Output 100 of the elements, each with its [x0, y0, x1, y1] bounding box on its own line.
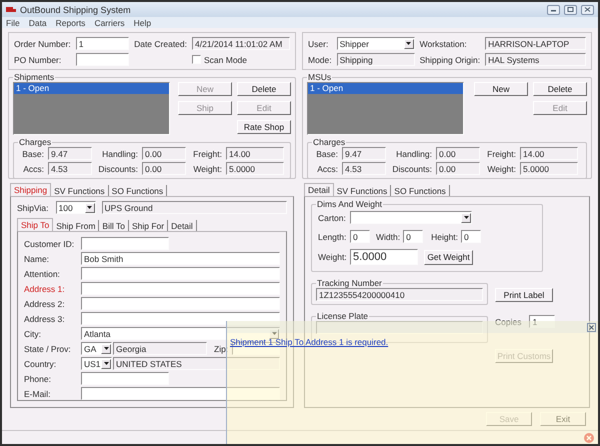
- dropdown-button[interactable]: [101, 344, 111, 354]
- input-field[interactable]: 0.00: [436, 147, 480, 160]
- field-label: Freight:: [193, 148, 222, 158]
- maximize-button[interactable]: [564, 4, 577, 14]
- app-icon: [6, 6, 16, 13]
- field-label: Order Number:: [14, 38, 71, 48]
- input-field[interactable]: 14.00: [520, 147, 578, 160]
- input-field[interactable]: UPS Ground: [102, 201, 287, 214]
- error-icon: [584, 432, 594, 442]
- input-field[interactable]: [81, 282, 280, 295]
- field-label: Discounts:: [98, 164, 138, 174]
- menu-item[interactable]: Data: [28, 18, 47, 28]
- dropdown-field[interactable]: Shipper: [336, 37, 415, 50]
- close-icon: [589, 324, 594, 330]
- input-field[interactable]: [81, 312, 280, 325]
- field-label: Address 3:: [24, 314, 65, 324]
- field-label: Attention:: [24, 268, 60, 278]
- list-item[interactable]: 1 - Open: [14, 83, 169, 94]
- tab[interactable]: SV Functions: [51, 185, 109, 196]
- input-field[interactable]: [81, 267, 280, 280]
- list-box[interactable]: 1 - Open: [307, 82, 464, 135]
- input-field[interactable]: [81, 297, 280, 310]
- dropdown-button[interactable]: [404, 38, 414, 48]
- button[interactable]: Delete: [237, 82, 291, 96]
- dropdown-field[interactable]: GA: [81, 342, 112, 355]
- button[interactable]: Delete: [533, 82, 587, 96]
- tab[interactable]: SV Functions: [334, 185, 392, 196]
- tab[interactable]: Ship For: [128, 220, 168, 231]
- input-field[interactable]: 1Z1235554200000410: [316, 288, 483, 301]
- field-label: Phone:: [24, 374, 51, 384]
- tab[interactable]: Shipping: [10, 183, 52, 196]
- input-field[interactable]: 4/21/2014 11:01:02 AM: [192, 37, 290, 50]
- dropdown-field[interactable]: [350, 211, 472, 224]
- tab[interactable]: Detail: [168, 220, 197, 231]
- input-field[interactable]: HAL Systems: [485, 53, 586, 66]
- menu-item[interactable]: Carriers: [94, 18, 125, 28]
- input-field[interactable]: UNITED STATES: [113, 357, 280, 370]
- window-title: OutBound Shipping System: [20, 4, 132, 14]
- input-field[interactable]: HARRISON-LAPTOP: [485, 37, 586, 50]
- input-field[interactable]: [81, 387, 280, 400]
- input-field[interactable]: Georgia: [113, 342, 207, 355]
- input-field[interactable]: 0: [403, 230, 424, 243]
- input-field[interactable]: 4.53: [48, 162, 92, 175]
- list-item[interactable]: 1 - Open: [308, 83, 463, 94]
- list-box[interactable]: 1 - Open: [13, 82, 170, 135]
- menu-item[interactable]: Help: [134, 18, 152, 28]
- button[interactable]: New: [474, 82, 528, 96]
- dropdown-button[interactable]: [101, 358, 111, 368]
- input-field[interactable]: 5.0000: [350, 249, 418, 265]
- input-field[interactable]: 0.00: [436, 162, 480, 175]
- input-field[interactable]: 14.00: [226, 147, 284, 160]
- input-field[interactable]: [76, 53, 130, 66]
- close-button[interactable]: [587, 322, 596, 332]
- tab[interactable]: Ship From: [53, 220, 100, 231]
- input-field[interactable]: 9.47: [342, 147, 386, 160]
- input-field[interactable]: 5.0000: [520, 162, 578, 175]
- input-field[interactable]: [316, 321, 483, 334]
- tab[interactable]: Bill To: [99, 220, 129, 231]
- input-field[interactable]: 0.00: [142, 162, 186, 175]
- dropdown-field[interactable]: Atlanta: [81, 327, 280, 340]
- input-field[interactable]: [81, 372, 169, 385]
- checkbox[interactable]: [192, 55, 201, 64]
- menu-item[interactable]: Reports: [56, 18, 86, 28]
- field-label: Handling:: [102, 148, 138, 158]
- button[interactable]: Rate Shop: [237, 120, 291, 134]
- dropdown-field[interactable]: US1: [81, 357, 112, 370]
- input-field[interactable]: 4.53: [342, 162, 386, 175]
- group-title: Charges: [18, 137, 52, 147]
- close-button[interactable]: [581, 4, 594, 14]
- notification-link[interactable]: Shipment 1 Ship To Address 1 is required.: [230, 337, 388, 347]
- menu-item[interactable]: File: [6, 18, 20, 28]
- input-field[interactable]: Shipping: [336, 53, 415, 66]
- field-label: Shipping Origin:: [420, 54, 480, 64]
- tab[interactable]: Detail: [304, 183, 334, 196]
- input-field[interactable]: 5.0000: [226, 162, 284, 175]
- button[interactable]: Get Weight: [424, 250, 473, 264]
- field-label: City:: [24, 328, 41, 338]
- input-field[interactable]: 1: [76, 37, 130, 50]
- dropdown-button[interactable]: [461, 212, 471, 222]
- field-label: Mode:: [308, 54, 332, 64]
- dropdown-field[interactable]: 100: [56, 201, 96, 214]
- field-label: State / Prov:: [24, 344, 71, 354]
- tab[interactable]: Ship To: [17, 218, 54, 231]
- input-field[interactable]: 0.00: [142, 147, 186, 160]
- caret-icon: [104, 347, 108, 350]
- tab[interactable]: SO Functions: [391, 185, 450, 196]
- field-label: Customer ID:: [24, 238, 74, 248]
- input-field[interactable]: 0: [350, 230, 370, 243]
- input-field[interactable]: 0: [461, 230, 482, 243]
- field-label: Address 1:: [24, 284, 65, 294]
- dropdown-button[interactable]: [84, 202, 95, 212]
- minimize-button[interactable]: [547, 4, 560, 14]
- group-title: MSUs: [307, 72, 332, 82]
- input-field[interactable]: [81, 237, 169, 250]
- tab[interactable]: SO Functions: [108, 185, 168, 196]
- field-label: Zip:: [214, 344, 228, 354]
- field-label: Date Created:: [134, 38, 187, 48]
- input-field[interactable]: 9.47: [48, 147, 92, 160]
- button[interactable]: Print Label: [495, 288, 553, 302]
- input-field[interactable]: Bob Smith: [81, 252, 280, 265]
